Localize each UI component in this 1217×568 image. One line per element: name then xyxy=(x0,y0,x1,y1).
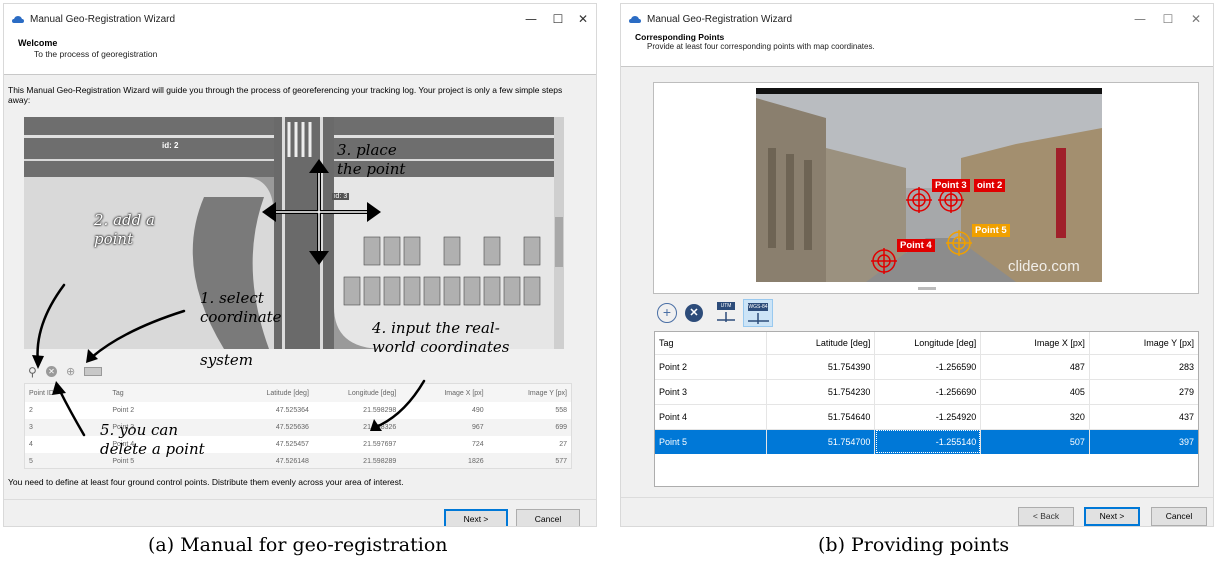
marker-label-point3: Point 3 xyxy=(932,179,970,192)
caption-b: (b) Providing points xyxy=(818,534,1010,556)
add-point-icon[interactable]: + xyxy=(657,303,677,323)
delete-point-icon[interactable]: ✕ xyxy=(46,366,57,377)
table-row[interactable]: Point 2 51.754390 -1.256590 487 283 xyxy=(655,354,1198,380)
marker-label-point2: oint 2 xyxy=(974,179,1006,192)
wgs84-button[interactable]: WGS-84 xyxy=(743,299,773,327)
marker-label-point4: Point 4 xyxy=(897,239,935,252)
map-label-id3: id: 3 xyxy=(332,193,350,200)
intro-text: This Manual Geo-Registration Wizard will… xyxy=(8,85,563,105)
wgs84-icon[interactable] xyxy=(84,367,102,376)
annotation-add-point: 2. add a point xyxy=(94,211,155,248)
marker-targets xyxy=(871,187,972,274)
col-point-id[interactable]: Point ID xyxy=(25,384,112,402)
right-wizard-window: Manual Geo-Registration Wizard — ☐ ✕ Cor… xyxy=(620,3,1214,527)
left-window-title: Manual Geo-Registration Wizard xyxy=(30,14,176,25)
col-image-y[interactable]: Image Y [px] xyxy=(484,384,571,402)
left-header-subtitle: To the process of georegistration xyxy=(34,49,158,59)
annotation-select-system-line3: system xyxy=(200,351,253,369)
col-tag[interactable]: Tag xyxy=(655,332,767,355)
annotation-delete-point: 5. you can delete a point xyxy=(100,421,205,458)
left-table-header: Point ID Tag Latitude [deg] Longitude [d… xyxy=(25,384,571,402)
cloud-app-icon xyxy=(12,16,24,23)
wgs84-arrows-icon xyxy=(748,313,769,324)
aerial-image-view[interactable]: id: 2 id: 3 3. place the point 2. add a po… xyxy=(24,117,564,349)
caption-a: (a) Manual for geo-registration xyxy=(148,534,448,556)
right-header-title: Corresponding Points xyxy=(635,32,725,42)
annotation-place-point: 3. place the point xyxy=(337,141,406,178)
right-window-title: Manual Geo-Registration Wizard xyxy=(647,14,793,25)
left-header: Welcome To the process of georegistratio… xyxy=(4,34,596,74)
splitter-handle[interactable] xyxy=(918,287,936,290)
col-latitude[interactable]: Latitude [deg] xyxy=(766,332,876,355)
col-image-x[interactable]: Image X [px] xyxy=(396,384,483,402)
right-table-header: Tag Latitude [deg] Longitude [deg] Image… xyxy=(655,332,1198,355)
close-button[interactable]: ✕ xyxy=(570,9,596,29)
close-button[interactable]: ✕ xyxy=(1183,9,1209,29)
cloud-app-icon xyxy=(629,16,641,23)
annotation-input-coordinates: 4. input the real-world coordinates xyxy=(372,319,510,356)
right-header-subtitle: Provide at least four corresponding poin… xyxy=(647,42,875,51)
annotation-select-system: 1. select coordinate xyxy=(200,289,282,326)
right-header: Corresponding Points Provide at least fo… xyxy=(621,28,1213,68)
right-cancel-button[interactable]: Cancel xyxy=(1151,507,1207,526)
table-row[interactable]: Point 3 51.754230 -1.256690 405 279 xyxy=(655,379,1198,405)
left-header-title: Welcome xyxy=(18,38,58,48)
marker-label-point5: Point 5 xyxy=(972,224,1010,237)
left-wizard-window: Manual Geo-Registration Wizard — ☐ ✕ Wel… xyxy=(3,3,597,527)
right-toolbar: + ✕ UTM WGS-84 xyxy=(655,299,795,327)
right-body: Point 3 oint 2 Point 4 Point 5 clideo.co… xyxy=(621,66,1213,526)
table-row[interactable]: Point 4 51.754640 -1.254920 320 437 xyxy=(655,404,1198,430)
map-label-id2: id: 2 xyxy=(162,141,179,150)
maximize-button[interactable]: ☐ xyxy=(1155,9,1181,29)
minimize-button[interactable]: — xyxy=(1127,9,1153,29)
watermark: clideo.com xyxy=(1008,258,1080,275)
utm-icon[interactable]: ⊕ xyxy=(66,365,75,378)
left-next-button[interactable]: Next > xyxy=(444,509,508,526)
maximize-button[interactable]: ☐ xyxy=(545,9,571,29)
camera-view[interactable]: Point 3 oint 2 Point 4 Point 5 clideo.co… xyxy=(653,82,1199,294)
delete-point-icon[interactable]: ✕ xyxy=(685,304,703,322)
back-button[interactable]: < Back xyxy=(1018,507,1074,526)
right-next-button[interactable]: Next > xyxy=(1084,507,1140,526)
col-latitude[interactable]: Latitude [deg] xyxy=(227,384,308,402)
left-titlebar[interactable]: Manual Geo-Registration Wizard — ☐ ✕ xyxy=(4,4,596,34)
table-row-selected[interactable]: Point 5 51.754700 -1.255140 507 397 xyxy=(655,429,1198,454)
minimize-button[interactable]: — xyxy=(518,9,544,29)
footer-note: You need to define at least four ground … xyxy=(8,477,404,487)
utm-arrows-icon xyxy=(717,312,735,322)
left-toolbar: ⚲ ✕ ⊕ xyxy=(28,365,118,381)
col-longitude[interactable]: Longitude [deg] xyxy=(874,332,982,355)
col-longitude[interactable]: Longitude [deg] xyxy=(309,384,396,402)
camera-image: Point 3 oint 2 Point 4 Point 5 clideo.co… xyxy=(756,88,1102,282)
utm-button[interactable]: UTM xyxy=(713,300,739,326)
col-image-x[interactable]: Image X [px] xyxy=(980,332,1090,355)
col-image-y[interactable]: Image Y [px] xyxy=(1089,332,1198,355)
col-tag[interactable]: Tag xyxy=(112,384,227,402)
left-body: This Manual Geo-Registration Wizard will… xyxy=(4,74,596,526)
table-row[interactable]: 2 Point 2 47.525364 21.598298 490 558 xyxy=(25,402,571,419)
left-cancel-button[interactable]: Cancel xyxy=(516,509,580,526)
add-point-icon[interactable]: ⚲ xyxy=(28,365,37,379)
right-points-table: Tag Latitude [deg] Longitude [deg] Image… xyxy=(654,331,1199,487)
